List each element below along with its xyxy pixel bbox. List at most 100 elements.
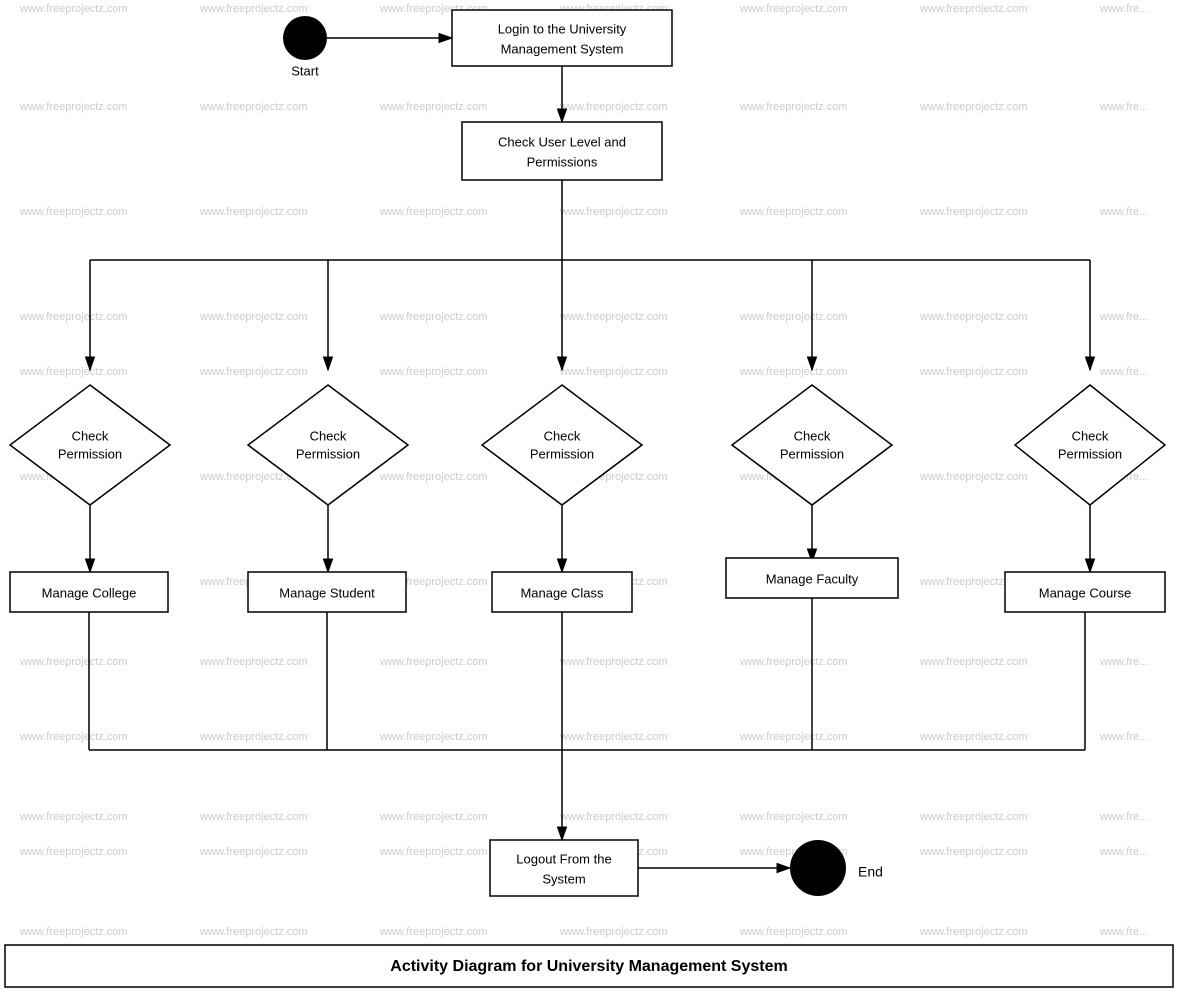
svg-text:www.freeprojectz.com: www.freeprojectz.com bbox=[919, 811, 1028, 823]
svg-text:www.freeprojectz.com: www.freeprojectz.com bbox=[19, 926, 128, 938]
check-user-level-node bbox=[462, 122, 662, 180]
svg-text:www.freeprojectz.com: www.freeprojectz.com bbox=[379, 811, 488, 823]
svg-text:www.freeprojectz.com: www.freeprojectz.com bbox=[919, 311, 1028, 323]
diamond2-text2: Permission bbox=[296, 446, 360, 461]
svg-text:www.freeprojectz.com: www.freeprojectz.com bbox=[199, 311, 308, 323]
svg-text:www.freeprojectz.com: www.freeprojectz.com bbox=[379, 101, 488, 113]
svg-text:www.freeprojectz.com: www.freeprojectz.com bbox=[919, 366, 1028, 378]
diamond3-text1: Check bbox=[544, 428, 581, 443]
diagram-container: www.freeprojectz.com www.freeprojectz.co… bbox=[0, 0, 1178, 992]
diamond5-text1: Check bbox=[1072, 428, 1109, 443]
manage-college-text: Manage College bbox=[42, 585, 137, 600]
svg-text:www.fre...: www.fre... bbox=[1099, 366, 1148, 378]
manage-faculty-text: Manage Faculty bbox=[766, 571, 859, 586]
svg-text:www.freeprojectz.com: www.freeprojectz.com bbox=[559, 101, 668, 113]
diamond5-text2: Permission bbox=[1058, 446, 1122, 461]
end-node bbox=[790, 840, 846, 896]
svg-text:www.freeprojectz.com: www.freeprojectz.com bbox=[379, 206, 488, 218]
svg-text:www.freeprojectz.com: www.freeprojectz.com bbox=[199, 656, 308, 668]
svg-text:www.freeprojectz.com: www.freeprojectz.com bbox=[919, 101, 1028, 113]
svg-text:www.fre...: www.fre... bbox=[1099, 311, 1148, 323]
svg-text:www.freeprojectz.com: www.freeprojectz.com bbox=[739, 206, 848, 218]
svg-text:www.freeprojectz.com: www.freeprojectz.com bbox=[19, 846, 128, 858]
svg-text:www.fre...: www.fre... bbox=[1099, 101, 1148, 113]
diamond2-text1: Check bbox=[310, 428, 347, 443]
svg-text:www.freeprojectz.com: www.freeprojectz.com bbox=[919, 656, 1028, 668]
svg-text:www.freeprojectz.com: www.freeprojectz.com bbox=[19, 101, 128, 113]
svg-text:www.freeprojectz.com: www.freeprojectz.com bbox=[919, 926, 1028, 938]
svg-text:www.freeprojectz.com: www.freeprojectz.com bbox=[919, 206, 1028, 218]
start-node bbox=[283, 16, 327, 60]
svg-text:www.freeprojectz.com: www.freeprojectz.com bbox=[199, 846, 308, 858]
svg-text:www.freeprojectz.com: www.freeprojectz.com bbox=[379, 846, 488, 858]
svg-text:www.freeprojectz.com: www.freeprojectz.com bbox=[919, 3, 1028, 15]
diagram-title: Activity Diagram for University Manageme… bbox=[390, 958, 787, 975]
end-label: End bbox=[858, 864, 883, 880]
svg-text:www.fre...: www.fre... bbox=[1099, 811, 1148, 823]
svg-text:www.freeprojectz.com: www.freeprojectz.com bbox=[559, 731, 668, 743]
svg-text:www.freeprojectz.com: www.freeprojectz.com bbox=[919, 846, 1028, 858]
svg-text:www.freeprojectz.com: www.freeprojectz.com bbox=[559, 366, 668, 378]
diamond3 bbox=[482, 385, 642, 505]
svg-text:www.freeprojectz.com: www.freeprojectz.com bbox=[559, 811, 668, 823]
svg-text:www.freeprojectz.com: www.freeprojectz.com bbox=[199, 366, 308, 378]
svg-text:www.freeprojectz.com: www.freeprojectz.com bbox=[199, 101, 308, 113]
check-user-text1: Check User Level and bbox=[498, 134, 626, 149]
svg-text:www.fre...: www.fre... bbox=[1099, 846, 1148, 858]
svg-text:www.freeprojectz.com: www.freeprojectz.com bbox=[379, 471, 488, 483]
svg-text:www.freeprojectz.com: www.freeprojectz.com bbox=[19, 731, 128, 743]
svg-text:www.freeprojectz.com: www.freeprojectz.com bbox=[199, 731, 308, 743]
svg-text:www.freeprojectz.com: www.freeprojectz.com bbox=[19, 811, 128, 823]
svg-text:www.fre...: www.fre... bbox=[1099, 3, 1148, 15]
svg-text:www.fre...: www.fre... bbox=[1099, 926, 1148, 938]
diamond4 bbox=[732, 385, 892, 505]
svg-text:www.freeprojectz.com: www.freeprojectz.com bbox=[739, 101, 848, 113]
diamond2 bbox=[248, 385, 408, 505]
login-text-line1: Login to the University bbox=[498, 21, 627, 36]
svg-text:www.freeprojectz.com: www.freeprojectz.com bbox=[739, 731, 848, 743]
svg-text:www.freeprojectz.com: www.freeprojectz.com bbox=[739, 366, 848, 378]
svg-text:www.fre...: www.fre... bbox=[1099, 731, 1148, 743]
svg-text:www.freeprojectz.com: www.freeprojectz.com bbox=[559, 206, 668, 218]
svg-text:www.freeprojectz.com: www.freeprojectz.com bbox=[739, 311, 848, 323]
login-node bbox=[452, 10, 672, 66]
svg-text:www.freeprojectz.com: www.freeprojectz.com bbox=[379, 366, 488, 378]
svg-text:www.freeprojectz.com: www.freeprojectz.com bbox=[739, 656, 848, 668]
login-text-line2: Management System bbox=[501, 41, 624, 56]
svg-text:www.freeprojectz.com: www.freeprojectz.com bbox=[739, 3, 848, 15]
svg-text:www.freeprojectz.com: www.freeprojectz.com bbox=[19, 206, 128, 218]
svg-text:www.freeprojectz.com: www.freeprojectz.com bbox=[559, 656, 668, 668]
svg-text:www.freeprojectz.com: www.freeprojectz.com bbox=[559, 926, 668, 938]
logout-node bbox=[490, 840, 638, 896]
svg-text:www.freeprojectz.com: www.freeprojectz.com bbox=[379, 926, 488, 938]
diamond1-text1: Check bbox=[72, 428, 109, 443]
manage-student-text: Manage Student bbox=[279, 585, 375, 600]
svg-text:www.freeprojectz.com: www.freeprojectz.com bbox=[739, 926, 848, 938]
diamond5 bbox=[1015, 385, 1165, 505]
svg-text:www.freeprojectz.com: www.freeprojectz.com bbox=[19, 311, 128, 323]
svg-text:www.fre...: www.fre... bbox=[1099, 206, 1148, 218]
svg-text:www.freeprojectz.com: www.freeprojectz.com bbox=[199, 3, 308, 15]
svg-text:www.freeprojectz.com: www.freeprojectz.com bbox=[19, 656, 128, 668]
svg-text:www.freeprojectz.com: www.freeprojectz.com bbox=[379, 731, 488, 743]
activity-diagram: www.freeprojectz.com www.freeprojectz.co… bbox=[0, 0, 1178, 992]
diamond4-text2: Permission bbox=[780, 446, 844, 461]
logout-text2: System bbox=[542, 871, 585, 886]
manage-course-text: Manage Course bbox=[1039, 585, 1132, 600]
svg-text:www.freeprojectz.com: www.freeprojectz.com bbox=[379, 311, 488, 323]
svg-text:www.freeprojectz.com: www.freeprojectz.com bbox=[199, 926, 308, 938]
svg-text:www.freeprojectz.com: www.freeprojectz.com bbox=[199, 206, 308, 218]
svg-text:www.freeprojectz.com: www.freeprojectz.com bbox=[559, 311, 668, 323]
logout-text1: Logout From the bbox=[516, 851, 611, 866]
svg-text:www.freeprojectz.com: www.freeprojectz.com bbox=[19, 366, 128, 378]
svg-text:www.freeprojectz.com: www.freeprojectz.com bbox=[739, 811, 848, 823]
svg-text:www.freeprojectz.com: www.freeprojectz.com bbox=[919, 471, 1028, 483]
start-label: Start bbox=[291, 63, 319, 78]
diamond4-text1: Check bbox=[794, 428, 831, 443]
svg-text:www.freeprojectz.com: www.freeprojectz.com bbox=[199, 811, 308, 823]
check-user-text2: Permissions bbox=[527, 154, 598, 169]
diamond1 bbox=[10, 385, 170, 505]
diamond1-text2: Permission bbox=[58, 446, 122, 461]
svg-text:www.fre...: www.fre... bbox=[1099, 656, 1148, 668]
svg-text:www.freeprojectz.com: www.freeprojectz.com bbox=[19, 3, 128, 15]
